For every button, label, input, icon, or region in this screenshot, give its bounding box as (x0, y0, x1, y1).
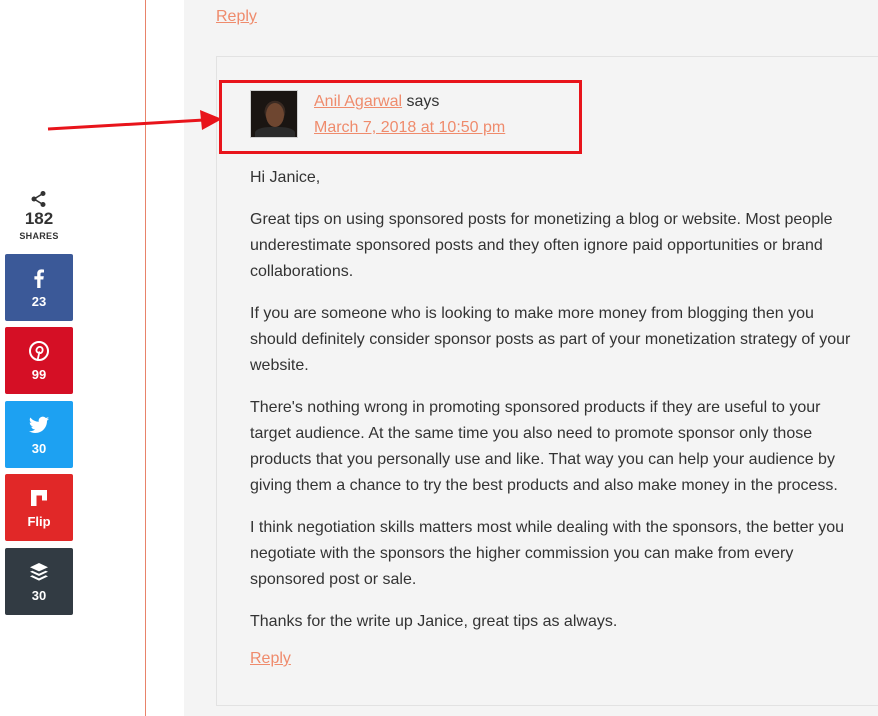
parent-reply-link[interactable]: Reply (216, 8, 257, 26)
facebook-share-count: 23 (31, 293, 47, 309)
pinterest-icon (29, 340, 49, 361)
flipboard-share-label: Flip (27, 513, 51, 529)
share-total: 182 SHARES (5, 190, 73, 241)
twitter-icon (28, 416, 50, 433)
facebook-icon (34, 268, 44, 288)
comment-paragraph: If you are someone who is looking to mak… (250, 305, 851, 374)
comment-paragraph: There's nothing wrong in promoting spons… (250, 399, 838, 494)
twitter-share-count: 30 (31, 440, 47, 456)
flipboard-icon (31, 489, 47, 506)
pinterest-share-count: 99 (31, 366, 47, 382)
buffer-share-count: 30 (31, 587, 47, 603)
buffer-share-button[interactable]: 30 (5, 548, 73, 615)
annotation-arrow-icon (47, 110, 222, 131)
facebook-share-button[interactable]: 23 (5, 254, 73, 321)
share-icon (31, 191, 46, 207)
comment-paragraph: Hi Janice, (250, 169, 321, 186)
share-total-label: SHARES (19, 231, 59, 241)
comment-paragraph: Thanks for the write up Janice, great ti… (250, 613, 618, 630)
share-total-count: 182 (24, 209, 54, 228)
comment-paragraph: I think negotiation skills matters most … (250, 519, 845, 588)
twitter-share-button[interactable]: 30 (5, 401, 73, 468)
buffer-icon (30, 562, 48, 581)
comment-body: Hi Janice, Great tips on using sponsored… (250, 165, 860, 651)
pinterest-share-button[interactable]: 99 (5, 327, 73, 394)
annotation-highlight-box (219, 80, 582, 154)
comment-paragraph: Great tips on using sponsored posts for … (250, 211, 833, 280)
reply-link[interactable]: Reply (250, 650, 291, 668)
flipboard-share-button[interactable]: Flip (5, 474, 73, 541)
